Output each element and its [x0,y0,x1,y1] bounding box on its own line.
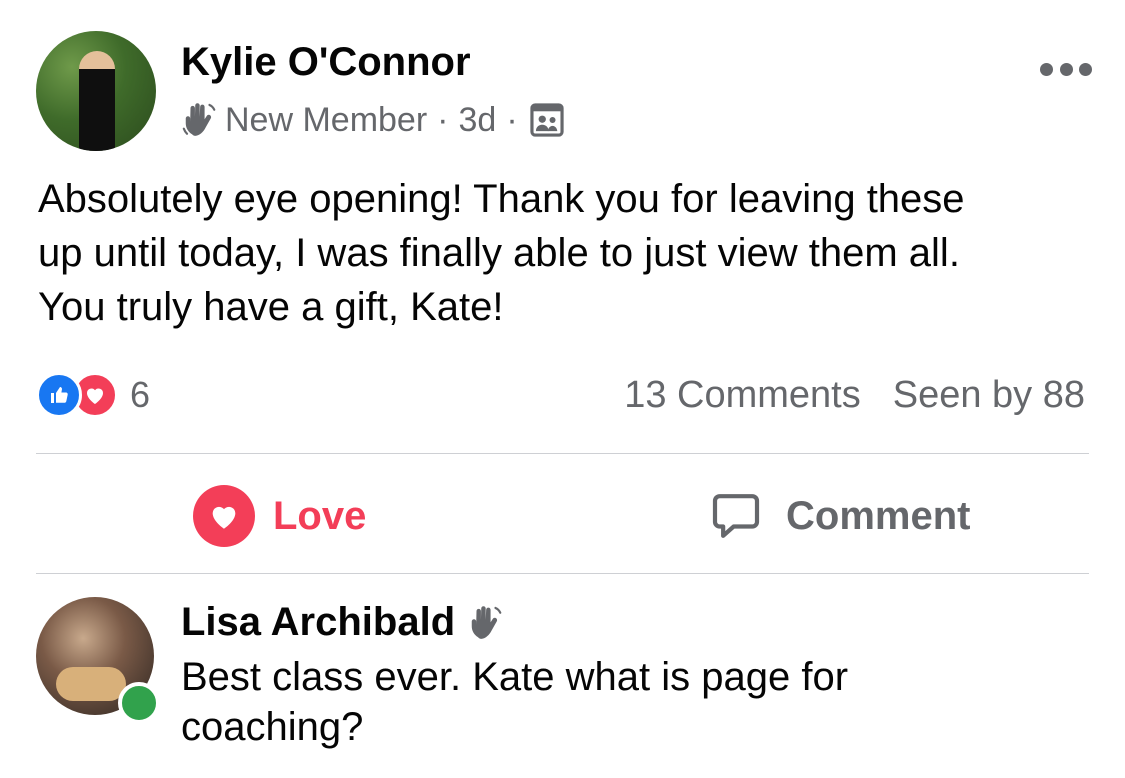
avatar-guitar [56,667,126,701]
meta-separator: · [437,100,449,139]
comment-text-line: coaching? [181,705,364,749]
member-badge: New Member [225,100,428,139]
comment-button[interactable]: Comment [708,480,970,552]
post-text-line: Absolutely eye opening! Thank you for le… [38,177,965,221]
post-stats: 13 Comments Seen by 88 [624,370,1085,420]
post-text: Absolutely eye opening! Thank you for le… [38,172,1088,334]
divider [36,453,1089,454]
comments-count-link[interactable]: 13 Comments [624,374,861,417]
comment-text: Best class ever. Kate what is page for c… [181,652,848,752]
waving-hand-icon [467,604,505,642]
comment-button-label: Comment [786,493,971,538]
author-avatar[interactable] [36,31,156,151]
divider [36,573,1089,574]
avatar-figure [79,51,115,151]
seen-by-link[interactable]: Seen by 88 [893,374,1085,417]
more-options-icon[interactable] [1040,62,1092,76]
reaction-count: 6 [130,374,151,415]
post-meta: New Member · 3d · [181,96,566,144]
commenter-name[interactable]: Lisa Archibald [181,600,455,645]
meta-separator: · [506,100,518,139]
post-text-line: You truly have a gift, Kate! [38,285,504,329]
online-status-indicator [118,682,160,724]
like-icon [36,372,82,418]
group-icon [528,101,566,139]
heart-icon [193,485,255,547]
waving-hand-icon [181,101,219,139]
post-text-line: up until today, I was finally able to ju… [38,231,960,275]
comment-bubble-icon [708,488,764,544]
author-name[interactable]: Kylie O'Connor [181,40,471,85]
love-button-label: Love [273,493,367,538]
post-time[interactable]: 3d [459,101,497,140]
love-button[interactable]: Love [193,480,366,552]
reactions-summary[interactable]: 6 [36,370,150,420]
commenter-name-row: Lisa Archibald [181,600,511,645]
comment-text-line: Best class ever. Kate what is page for [181,655,849,699]
